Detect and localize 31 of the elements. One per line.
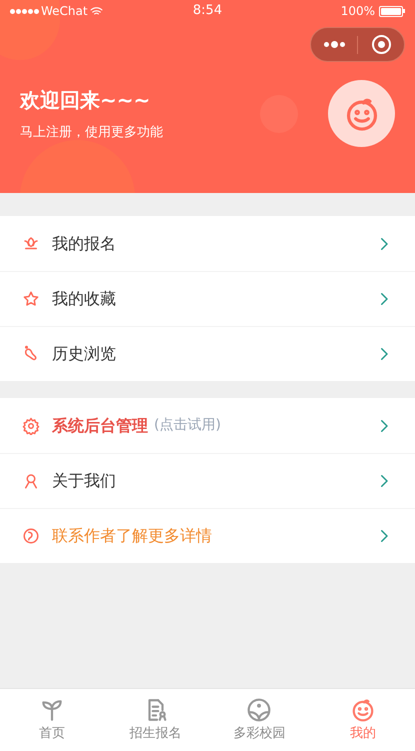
menu-label: 联系作者了解更多详情 (52, 525, 212, 547)
tab-item[interactable]: 招生报名 (104, 689, 208, 751)
welcome-subtitle: 马上注册，使用更多功能 (20, 124, 163, 142)
wifi-icon (90, 4, 103, 18)
menu-item[interactable]: 我的收藏 (0, 271, 415, 326)
menu-label: 我的收藏 (52, 288, 116, 310)
welcome-title: 欢迎回来~~~ (20, 86, 150, 114)
carrier-name: WeChat (41, 3, 88, 20)
battery-percent: 100% (340, 3, 376, 20)
menu-item[interactable]: 关于我们 (0, 453, 415, 508)
menu-item[interactable]: 历史浏览 (0, 326, 415, 381)
menu-label: 历史浏览 (52, 343, 116, 365)
menu-label: 关于我们 (52, 470, 116, 492)
battery-icon (379, 6, 406, 16)
tab-item[interactable]: 我的 (311, 689, 415, 751)
menu-item[interactable]: 系统后台管理 (点击试用) (0, 398, 415, 453)
menu-label: 我的报名 (52, 232, 116, 254)
menu-note: (点击试用) (154, 416, 221, 435)
menu-item[interactable]: 我的报名 (0, 216, 415, 271)
star-icon (22, 290, 40, 308)
baby-face-icon (350, 696, 376, 723)
gear-icon (22, 416, 40, 434)
signal-icon (10, 8, 39, 14)
capsule-button[interactable] (310, 27, 405, 62)
tab-item[interactable]: 多彩校园 (208, 689, 312, 751)
menu-label: 系统后台管理 (52, 414, 148, 436)
tab-item[interactable]: 首页 (0, 689, 104, 751)
menu-item[interactable]: 联系作者了解更多详情 (0, 508, 415, 563)
clock-time: 8:54 (192, 2, 224, 20)
lotus-icon (22, 234, 40, 252)
person-icon (22, 472, 40, 490)
